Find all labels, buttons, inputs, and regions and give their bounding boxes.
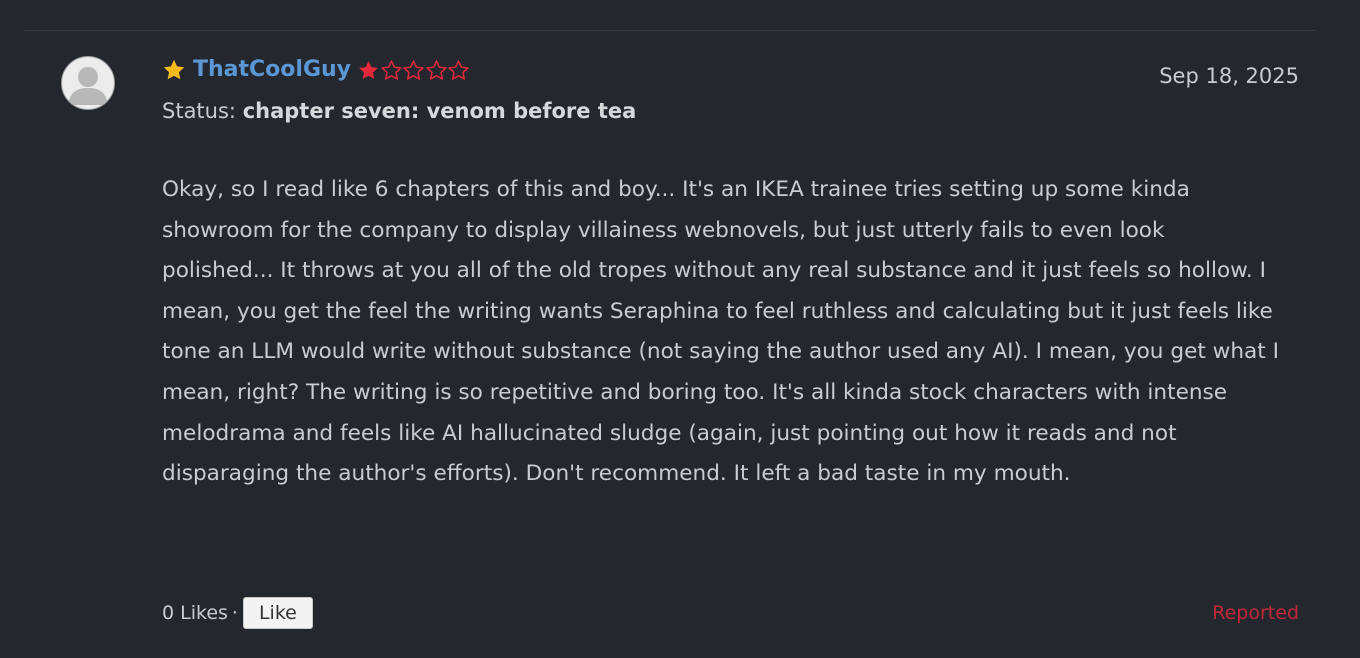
username-link[interactable]: ThatCoolGuy: [193, 56, 351, 84]
review-body: Okay, so I read like 6 chapters of this …: [162, 177, 1279, 487]
reported-label: Reported: [1212, 602, 1299, 624]
star-rating: [357, 59, 470, 82]
review-date: Sep 18, 2025: [1159, 64, 1299, 88]
reading-status: Status: chapter seven: venom before tea: [162, 97, 636, 125]
separator-dot: ·: [231, 602, 238, 624]
review-footer: 0 Likes · Like: [162, 597, 313, 629]
star-empty-icon: [425, 59, 447, 80]
like-button[interactable]: Like: [242, 597, 313, 629]
star-badge-icon: [163, 59, 185, 80]
reviewer-header: ThatCoolGuy: [162, 56, 470, 84]
likes-count: 0 Likes: [162, 602, 228, 624]
star-filled-icon: [359, 60, 378, 79]
star-empty-icon: [403, 59, 424, 80]
star-empty-icon: [380, 59, 402, 80]
star-empty-icon: [448, 59, 469, 80]
status-value: chapter seven: venom before tea: [242, 99, 637, 123]
status-label: Status:: [162, 99, 236, 123]
user-avatar-icon[interactable]: [61, 56, 115, 110]
top-divider: [24, 30, 1316, 31]
